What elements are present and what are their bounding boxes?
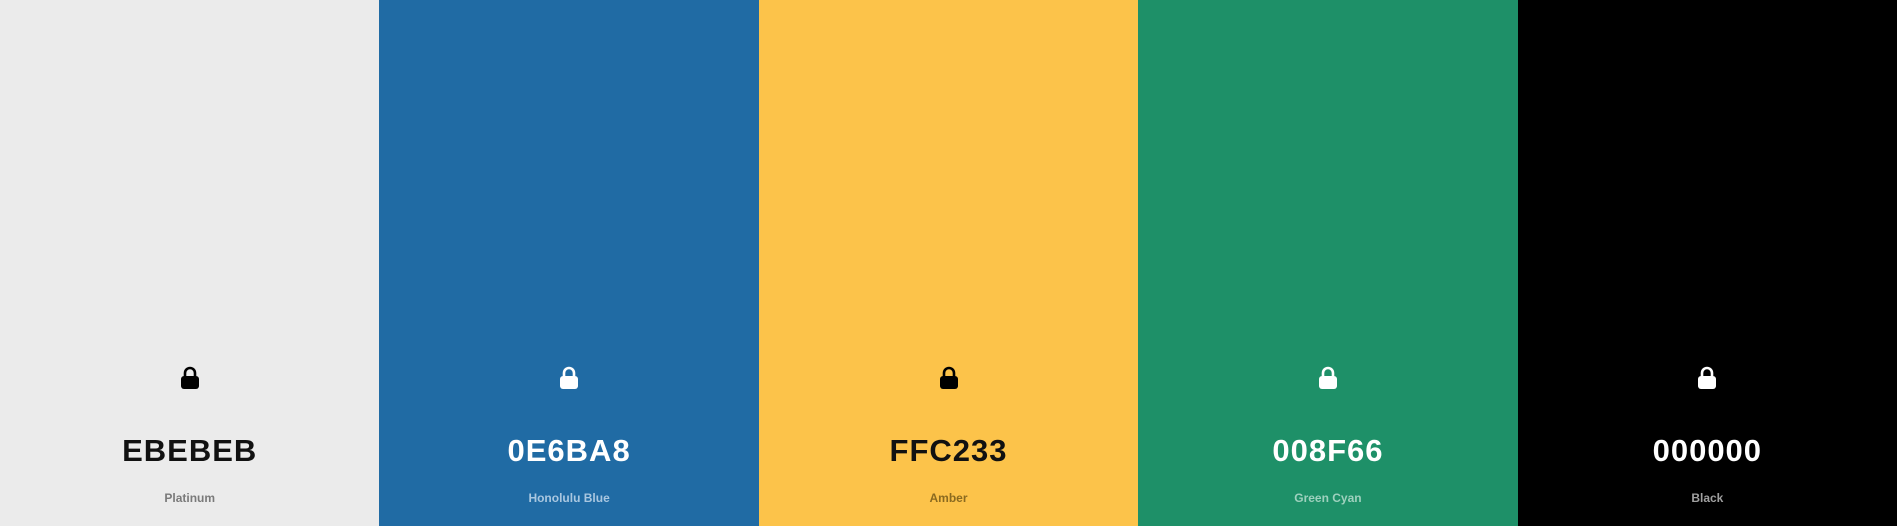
- color-swatch[interactable]: 008F66 Green Cyan: [1138, 0, 1518, 526]
- lock-icon[interactable]: [558, 366, 580, 390]
- color-name: Green Cyan: [1294, 491, 1362, 505]
- hex-code[interactable]: 0E6BA8: [379, 433, 758, 469]
- color-palette: EBEBEB Platinum 0E6BA8 Honolulu Blue FFC…: [0, 0, 1897, 526]
- color-name: Amber: [929, 491, 968, 505]
- color-swatch[interactable]: 0E6BA8 Honolulu Blue: [379, 0, 759, 526]
- lock-icon[interactable]: [1317, 366, 1339, 390]
- color-swatch[interactable]: 000000 Black: [1517, 0, 1897, 526]
- hex-code[interactable]: EBEBEB: [0, 433, 379, 469]
- color-name: Honolulu Blue: [528, 491, 610, 505]
- lock-icon[interactable]: [1696, 366, 1718, 390]
- lock-icon[interactable]: [938, 366, 960, 390]
- hex-code[interactable]: 008F66: [1138, 433, 1517, 469]
- color-swatch[interactable]: EBEBEB Platinum: [0, 0, 380, 526]
- color-name: Black: [1691, 491, 1724, 505]
- color-swatch[interactable]: FFC233 Amber: [758, 0, 1139, 526]
- hex-code[interactable]: 000000: [1518, 433, 1897, 469]
- lock-icon[interactable]: [179, 366, 201, 390]
- hex-code[interactable]: FFC233: [759, 433, 1138, 469]
- color-name: Platinum: [164, 491, 216, 505]
